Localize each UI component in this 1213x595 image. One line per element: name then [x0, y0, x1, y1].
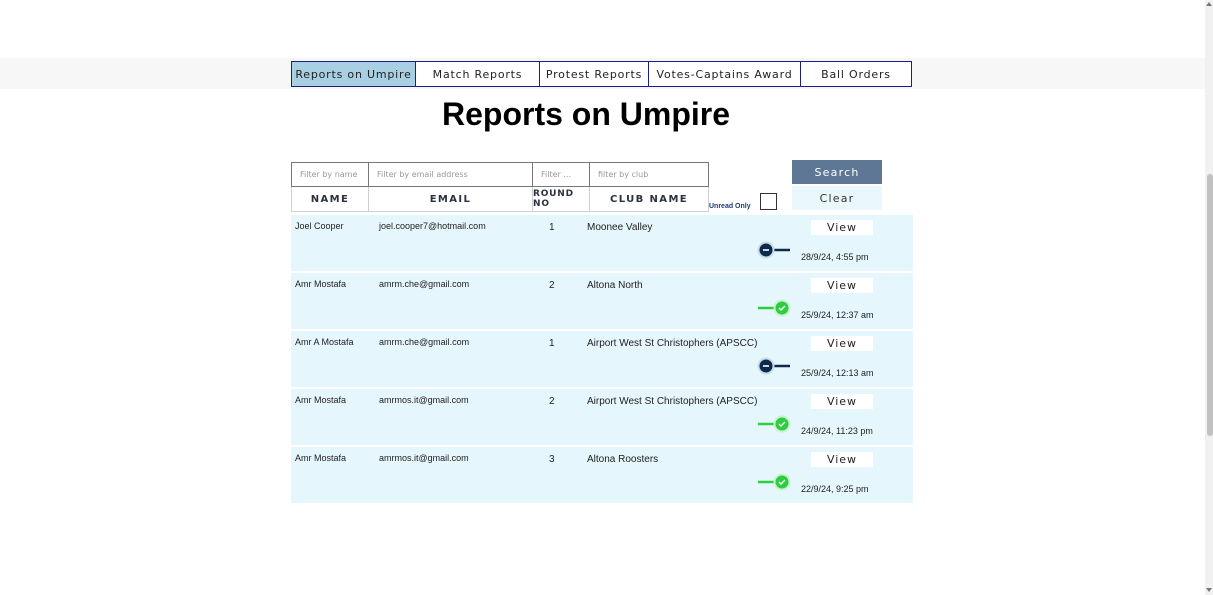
reporter-email: amrmos.it@gmail.com [379, 453, 469, 463]
view-button[interactable]: View [811, 220, 873, 235]
report-date: 25/9/24, 12:37 am [801, 310, 874, 320]
filter-name-input[interactable] [291, 162, 369, 187]
read-toggle[interactable] [757, 357, 791, 375]
reporter-email: amrm.che@gmail.com [379, 337, 470, 347]
club-name: Altona North [587, 280, 643, 291]
filter-email-input[interactable] [368, 162, 533, 187]
unread-only-label: Unread Only [709, 203, 751, 210]
club-name: Altona Roosters [587, 454, 659, 465]
tab-ball-orders[interactable]: Ball Orders [801, 61, 912, 87]
reporter-name: Amr A Mostafa [295, 337, 354, 347]
report-date: 25/9/24, 12:13 am [801, 368, 874, 378]
table-row: Amr A Mostafa amrm.che@gmail.com 1 Airpo… [291, 331, 913, 387]
reporter-email: amrmos.it@gmail.com [379, 395, 469, 405]
view-button[interactable]: View [811, 452, 873, 467]
view-button[interactable]: View [811, 394, 873, 409]
reports-table-body: Joel Cooper joel.cooper7@hotmail.com 1 M… [291, 215, 913, 505]
tab-protest-reports[interactable]: Protest Reports [540, 61, 649, 87]
view-button[interactable]: View [811, 278, 873, 293]
toggle-knob [775, 417, 789, 431]
club-name: Airport West St Christophers (APSCC) [587, 338, 758, 349]
read-toggle[interactable] [757, 415, 791, 433]
tab-reports-on-umpire[interactable]: Reports on Umpire [291, 61, 416, 87]
read-toggle[interactable] [757, 241, 791, 259]
tab-votes-captains-award[interactable]: Votes-Captains Award [649, 61, 801, 87]
read-toggle[interactable] [757, 299, 791, 317]
filter-club-input[interactable] [589, 162, 709, 187]
table-row: Amr Mostafa amrmos.it@gmail.com 3 Altona… [291, 447, 913, 503]
clear-button[interactable]: Clear [792, 186, 882, 210]
club-name: Moonee Valley [587, 222, 653, 233]
report-date: 22/9/24, 9:25 pm [801, 484, 869, 494]
page-title: Reports on Umpire [441, 96, 731, 132]
round-number: 1 [549, 338, 555, 349]
round-number: 3 [549, 454, 555, 465]
column-header-name[interactable]: NAME [291, 187, 369, 212]
report-date: 28/9/24, 4:55 pm [801, 252, 869, 262]
filter-round-input[interactable] [532, 162, 590, 187]
column-header-round[interactable]: ROUND NO [532, 187, 590, 212]
unread-only-checkbox[interactable] [760, 193, 777, 210]
report-date: 24/9/24, 11:23 pm [801, 426, 873, 436]
table-row: Amr Mostafa amrmos.it@gmail.com 2 Airpor… [291, 389, 913, 445]
column-header-email[interactable]: EMAIL [368, 187, 533, 212]
tab-match-reports[interactable]: Match Reports [416, 61, 540, 87]
reporter-email: joel.cooper7@hotmail.com [379, 221, 486, 231]
reporter-email: amrm.che@gmail.com [379, 279, 470, 289]
search-button[interactable]: Search [792, 160, 882, 184]
table-row: Amr Mostafa amrm.che@gmail.com 2 Altona … [291, 273, 913, 329]
reporter-name: Amr Mostafa [295, 279, 347, 289]
toggle-knob [775, 475, 789, 489]
table-row: Joel Cooper joel.cooper7@hotmail.com 1 M… [291, 215, 913, 271]
column-header-club[interactable]: CLUB NAME [589, 187, 709, 212]
round-number: 1 [549, 222, 555, 233]
reporter-name: Amr Mostafa [295, 453, 347, 463]
reporter-name: Joel Cooper [295, 221, 344, 231]
toggle-knob [775, 301, 789, 315]
reporter-name: Amr Mostafa [295, 395, 347, 405]
scrollbar-thumb[interactable] [1207, 174, 1213, 436]
round-number: 2 [549, 396, 555, 407]
round-number: 2 [549, 280, 555, 291]
club-name: Airport West St Christophers (APSCC) [587, 396, 758, 407]
scroll-up-arrow-icon[interactable] [1206, 2, 1212, 6]
report-tabs: Reports on Umpire Match Reports Protest … [291, 61, 912, 87]
read-toggle[interactable] [757, 473, 791, 491]
view-button[interactable]: View [811, 336, 873, 351]
scroll-down-arrow-icon[interactable] [1206, 588, 1212, 592]
